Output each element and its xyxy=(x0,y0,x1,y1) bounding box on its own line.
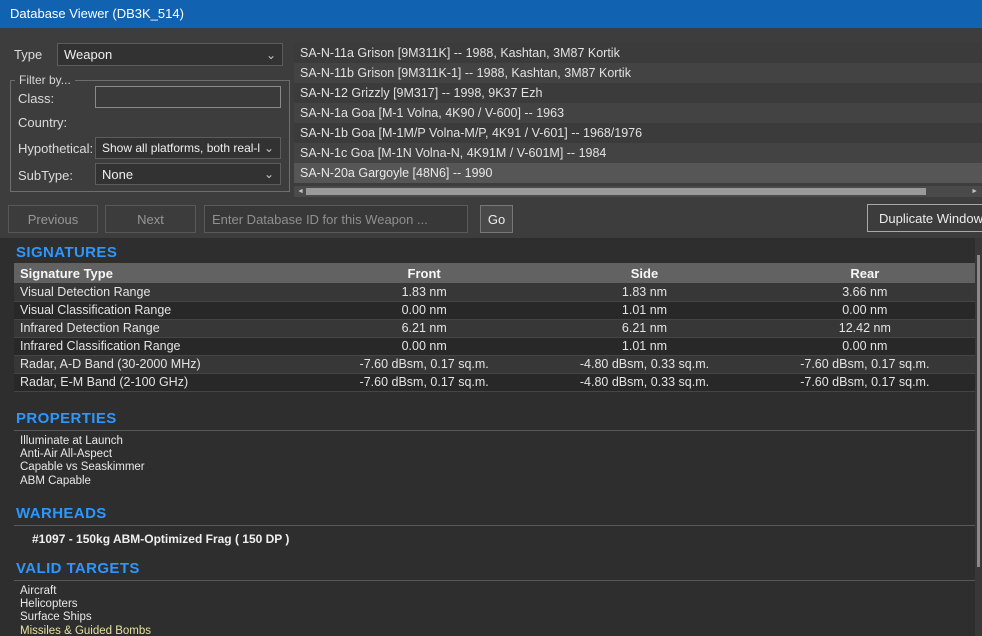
weapon-list-item[interactable]: SA-N-1c Goa [M-1N Volna-N, 4K91M / V-601… xyxy=(294,143,982,163)
hypothetical-dropdown-value: Show all platforms, both real-l xyxy=(102,141,260,155)
weapon-list-item[interactable]: SA-N-20a Gargoyle [48N6] -- 1990 xyxy=(294,163,982,183)
signatures-table: Signature Type Front Side Rear Visual Detec… xyxy=(14,263,975,392)
class-label: Class: xyxy=(18,91,55,106)
weapon-list-hscrollbar[interactable]: ◄ ► xyxy=(294,186,982,197)
window-title: Database Viewer (DB3K_514) xyxy=(10,6,184,21)
warheads-section: WARHEADS #1097 - 150kg ABM-Optimized Fra… xyxy=(0,505,982,546)
signatures-section: SIGNATURES Signature Type Front Side Rear V… xyxy=(0,244,982,392)
country-label: Country: xyxy=(18,115,68,130)
subtype-label: SubType: xyxy=(18,168,73,183)
hypothetical-label: Hypothetical: xyxy=(18,141,94,156)
hscrollbar-thumb[interactable] xyxy=(306,188,926,195)
properties-section: PROPERTIES Illuminate at Launch Anti-Air … xyxy=(0,410,982,488)
property-item: Anti-Air All-Aspect xyxy=(20,448,113,461)
property-item: Capable vs Seaskimmer xyxy=(20,461,145,474)
subtype-dropdown-value: None xyxy=(102,166,134,182)
signatures-heading: SIGNATURES xyxy=(16,244,118,261)
chevron-down-icon: ⌄ xyxy=(263,167,274,181)
detail-vscrollbar[interactable] xyxy=(975,238,982,636)
signatures-column-header: Signature Type xyxy=(14,263,314,283)
scroll-left-icon[interactable]: ◄ xyxy=(297,186,304,197)
valid-target-item: Helicopters xyxy=(20,598,78,611)
next-button[interactable]: Next xyxy=(105,205,196,233)
signature-row: Radar, E-M Band (2-100 GHz) -7.60 dBsm, 0… xyxy=(14,373,975,392)
signatures-column-header: Rear xyxy=(754,263,975,283)
valid-targets-heading: VALID TARGETS xyxy=(14,560,975,581)
property-item: ABM Capable xyxy=(20,474,91,487)
valid-target-item: Aircraft xyxy=(20,585,57,597)
weapon-list-item[interactable]: SA-N-11a Grison [9M311K] -- 1988, Kashta… xyxy=(294,43,982,63)
property-item: Illuminate at Launch xyxy=(20,435,123,447)
database-id-input[interactable] xyxy=(204,205,468,233)
database-viewer-window: Database Viewer (DB3K_514) Type Weapon ⌄… xyxy=(0,0,982,636)
signatures-body: Visual Detection Range 1.83 nm 1.83 nm 3.66… xyxy=(14,283,975,392)
valid-target-item: Missiles & Guided Bombs xyxy=(20,624,152,636)
signature-row: Visual Detection Range 1.83 nm 1.83 nm 3.66… xyxy=(14,283,975,302)
valid-targets-section: VALID TARGETS Aircraft Helicopters Surface… xyxy=(0,560,982,636)
properties-heading: PROPERTIES xyxy=(14,410,975,431)
warheads-list: #1097 - 150kg ABM-Optimized Frag ( 150 D… xyxy=(32,532,982,546)
properties-list: Illuminate at Launch Anti-Air All-Aspect C… xyxy=(20,435,982,488)
subtype-dropdown[interactable]: None ⌄ xyxy=(95,163,281,185)
warhead-item: #1097 - 150kg ABM-Optimized Frag ( 150 D… xyxy=(32,532,290,546)
previous-button[interactable]: Previous xyxy=(8,205,98,233)
type-dropdown-value: Weapon xyxy=(64,47,113,62)
vscrollbar-thumb[interactable] xyxy=(977,255,980,567)
warheads-heading: WARHEADS xyxy=(14,505,975,526)
scroll-right-icon[interactable]: ► xyxy=(971,186,978,197)
chevron-down-icon: ⌄ xyxy=(265,47,276,62)
hypothetical-dropdown[interactable]: Show all platforms, both real-l ⌄ xyxy=(95,137,281,159)
duplicate-window-button[interactable]: Duplicate Window xyxy=(867,204,982,232)
weapon-list-item[interactable]: SA-N-11b Grison [9M311K-1] -- 1988, Kash… xyxy=(294,63,982,83)
signatures-column-header: Front xyxy=(314,263,535,283)
valid-target-item: Surface Ships xyxy=(20,611,92,624)
signatures-header-row: Signature Type Front Side Rear xyxy=(14,263,975,283)
valid-targets-list: Aircraft Helicopters Surface Ships Missiles… xyxy=(20,585,982,636)
type-label: Type xyxy=(14,47,43,62)
go-button[interactable]: Go xyxy=(480,205,513,233)
signature-row: Radar, A-D Band (30-2000 MHz) -7.60 dBsm,… xyxy=(14,355,975,374)
signature-row: Visual Classification Range 0.00 nm 1.01 n… xyxy=(14,301,975,320)
detail-pane: SIGNATURES Signature Type Front Side Rear V… xyxy=(0,238,982,636)
type-dropdown[interactable]: Weapon ⌄ xyxy=(57,43,283,66)
titlebar[interactable]: Database Viewer (DB3K_514) xyxy=(0,0,982,28)
weapon-list-item[interactable]: SA-N-12 Grizzly [9M317] -- 1998, 9K37 Ez… xyxy=(294,83,982,103)
signatures-column-header: Side xyxy=(534,263,755,283)
weapon-list-item[interactable]: SA-N-1a Goa [M-1 Volna, 4K90 / V-600] --… xyxy=(294,103,982,123)
signature-row: Infrared Classification Range 0.00 nm 1.01… xyxy=(14,337,975,356)
weapon-list-item[interactable]: SA-N-1b Goa [M-1M/P Volna-M/P, 4K91 / V-… xyxy=(294,123,982,143)
class-input[interactable] xyxy=(95,86,281,108)
chevron-down-icon: ⌄ xyxy=(263,141,274,155)
filter-group-label: Filter by... xyxy=(15,73,75,87)
weapon-list[interactable]: SA-N-11a Grison [9M311K] -- 1988, Kashta… xyxy=(294,43,982,183)
signature-row: Infrared Detection Range 6.21 nm 6.21 nm 12… xyxy=(14,319,975,338)
